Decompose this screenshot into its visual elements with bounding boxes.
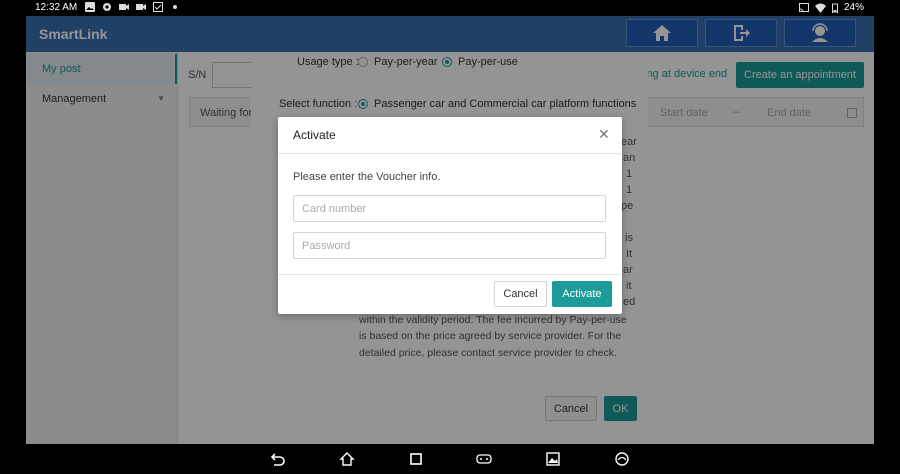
divider xyxy=(278,274,622,275)
screen: 12:32 AM 24% SmartLink My post Managemen… xyxy=(0,0,900,474)
home-icon xyxy=(339,452,355,466)
screenshot-button[interactable] xyxy=(545,451,561,467)
image-icon xyxy=(85,2,95,12)
dot-icon xyxy=(173,5,177,9)
assistant-button[interactable] xyxy=(614,451,630,467)
gamepad-icon xyxy=(476,454,492,464)
home-nav-button[interactable] xyxy=(339,451,355,467)
status-system-icons: 24% xyxy=(798,2,864,13)
password-input[interactable] xyxy=(293,232,606,259)
cancel-button[interactable]: Cancel xyxy=(494,281,547,307)
close-icon[interactable]: ✕ xyxy=(598,126,610,143)
divider xyxy=(278,153,622,154)
activate-button[interactable]: Activate xyxy=(552,281,612,307)
assistant-icon xyxy=(615,452,629,466)
wifi-icon xyxy=(814,3,826,13)
video-icon xyxy=(119,4,129,10)
status-bar: 12:32 AM 24% xyxy=(0,0,900,16)
dialog-title: Activate xyxy=(293,128,336,142)
battery-icon xyxy=(831,3,838,13)
back-icon xyxy=(270,453,285,466)
cast-icon xyxy=(798,2,809,12)
gear-icon xyxy=(103,3,111,11)
recents-icon xyxy=(410,453,422,465)
back-button[interactable] xyxy=(270,451,286,467)
battery-percent: 24% xyxy=(843,2,864,13)
video-icon xyxy=(136,4,146,10)
gallery-icon xyxy=(546,452,560,466)
card-number-input[interactable] xyxy=(293,195,606,222)
checkbox-icon xyxy=(153,2,163,12)
status-notification-icons xyxy=(85,2,180,12)
recents-button[interactable] xyxy=(408,451,424,467)
activate-dialog: Activate ✕ Please enter the Voucher info… xyxy=(278,117,622,314)
system-nav-bar xyxy=(0,444,900,474)
status-time: 12:32 AM xyxy=(35,2,78,13)
gamepad-button[interactable] xyxy=(476,451,492,467)
voucher-prompt: Please enter the Voucher info. xyxy=(293,171,441,183)
